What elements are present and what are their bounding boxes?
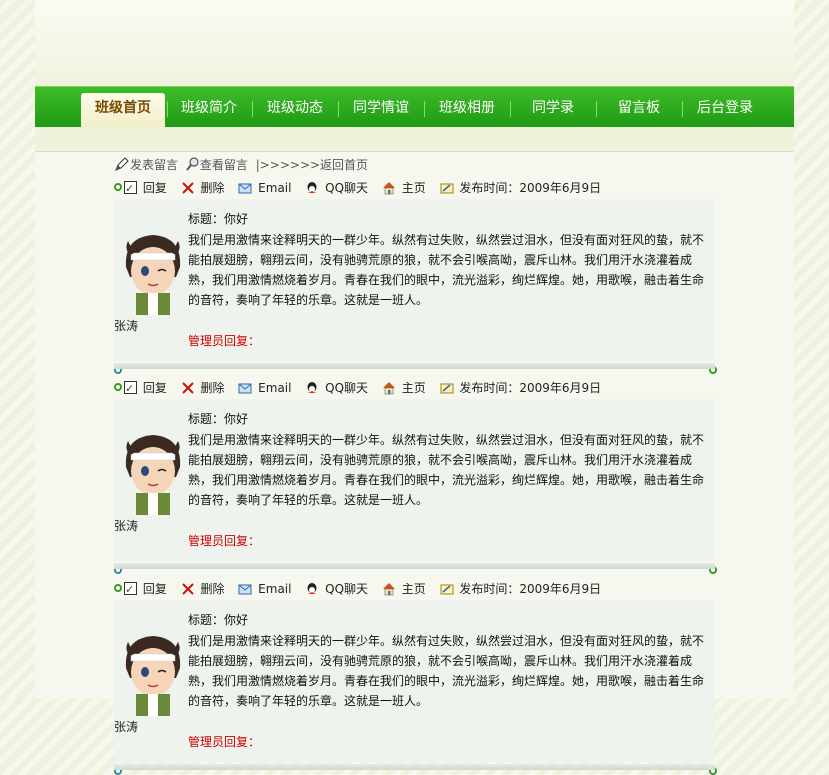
homepage-link[interactable]: 主页 — [402, 582, 426, 596]
nav-item-home[interactable]: 班级首页 — [81, 93, 165, 127]
page-wrapper: 班级首页 班级简介 班级动态 同学情谊 班级相册 同学录 留言板 后台登录 发表… — [35, 0, 794, 775]
delete-x-icon — [181, 182, 194, 194]
guestbook-entry: 回复 删除 Email QQ聊天 主页 发布时间：2009年6月9日 — [114, 177, 717, 374]
qq-icon — [307, 583, 317, 594]
email-icon — [238, 183, 252, 194]
entry-body: 张涛 标题：你好 我们是用激情来诠释明天的一群少年。纵然有过失败，纵然尝过泪水，… — [114, 399, 715, 561]
home-icon — [382, 382, 395, 395]
reply-link[interactable]: 回复 — [143, 381, 167, 395]
nav-item-album[interactable]: 班级相册 — [424, 95, 510, 127]
delete-link[interactable]: 删除 — [201, 181, 225, 195]
user-avatar — [118, 227, 188, 315]
entry-title: 标题：你好 — [188, 412, 249, 426]
guestbook-toolbar: 发表留言 查看留言 |>>>>>>返回首页 — [114, 156, 372, 174]
sub-bar — [35, 127, 794, 152]
reply-link[interactable]: 回复 — [143, 582, 167, 596]
user-name: 张涛 — [114, 519, 139, 533]
delete-link[interactable]: 删除 — [201, 381, 225, 395]
post-date: 发布时间：2009年6月9日 — [459, 582, 602, 596]
nav-item-admin-login[interactable]: 后台登录 — [682, 95, 768, 127]
magnifier-icon — [186, 157, 199, 171]
view-message-link[interactable]: 查看留言 — [200, 158, 248, 172]
entry-divider — [114, 363, 715, 369]
home-icon — [382, 182, 395, 195]
nav-item-news[interactable]: 班级动态 — [252, 95, 338, 127]
qq-icon — [307, 182, 317, 193]
date-icon — [440, 383, 454, 394]
entry-header: 回复 删除 Email QQ聊天 主页 发布时间：2009年6月9日 — [114, 377, 715, 400]
nav-item-friendship[interactable]: 同学情谊 — [338, 95, 424, 127]
user-avatar — [118, 427, 188, 515]
entry-content: 我们是用激情来诠释明天的一群少年。纵然有过失败，纵然尝过泪水，但没有面对狂风的蛰… — [188, 634, 705, 708]
email-link[interactable]: Email — [258, 582, 291, 596]
user-name: 张涛 — [114, 720, 139, 734]
homepage-link[interactable]: 主页 — [402, 181, 426, 195]
entry-header: 回复 删除 Email QQ聊天 主页 发布时间：2009年6月9日 — [114, 177, 715, 200]
email-link[interactable]: Email — [258, 381, 291, 395]
date-icon — [440, 183, 454, 194]
reply-link[interactable]: 回复 — [143, 181, 167, 195]
checkbox-icon[interactable] — [124, 178, 137, 200]
pen-icon — [115, 157, 129, 171]
nav-item-guestbook[interactable]: 留言板 — [596, 95, 682, 127]
post-date: 发布时间：2009年6月9日 — [459, 381, 602, 395]
entry-title: 标题：你好 — [188, 613, 249, 627]
checkbox-icon[interactable] — [124, 579, 137, 601]
qq-chat-link[interactable]: QQ聊天 — [325, 181, 368, 195]
entry-content: 我们是用激情来诠释明天的一群少年。纵然有过失败，纵然尝过泪水，但没有面对狂风的蛰… — [188, 433, 705, 507]
nav-item-intro[interactable]: 班级简介 — [166, 95, 252, 127]
entry-divider — [114, 563, 715, 569]
home-icon — [382, 583, 395, 596]
entry-divider — [114, 764, 715, 770]
email-icon — [238, 584, 252, 595]
main-nav: 班级首页 班级简介 班级动态 同学情谊 班级相册 同学录 留言板 后台登录 — [35, 86, 794, 128]
back-home-link[interactable]: |>>>>>>返回首页 — [256, 158, 368, 172]
guestbook-entry: 回复 删除 Email QQ聊天 主页 发布时间：2009年6月9日 — [114, 377, 717, 574]
user-name: 张涛 — [114, 319, 139, 333]
admin-reply-label: 管理员回复： — [188, 534, 261, 548]
qq-icon — [307, 382, 317, 393]
qq-chat-link[interactable]: QQ聊天 — [325, 381, 368, 395]
entry-content: 我们是用激情来诠释明天的一群少年。纵然有过失败，纵然尝过泪水，但没有面对狂风的蛰… — [188, 233, 705, 307]
post-date: 发布时间：2009年6月9日 — [459, 181, 602, 195]
entry-body: 张涛 标题：你好 我们是用激情来诠释明天的一群少年。纵然有过失败，纵然尝过泪水，… — [114, 600, 715, 762]
homepage-link[interactable]: 主页 — [402, 381, 426, 395]
qq-chat-link[interactable]: QQ聊天 — [325, 582, 368, 596]
site-banner — [35, 0, 794, 87]
delete-x-icon — [181, 583, 194, 595]
admin-reply-label: 管理员回复： — [188, 334, 261, 348]
guestbook-entry: 回复 删除 Email QQ聊天 主页 发布时间：2009年6月9日 — [114, 578, 717, 775]
admin-reply-label: 管理员回复： — [188, 735, 261, 749]
entry-header: 回复 删除 Email QQ聊天 主页 发布时间：2009年6月9日 — [114, 578, 715, 601]
delete-link[interactable]: 删除 — [201, 582, 225, 596]
entry-body: 张涛 标题：你好 我们是用激情来诠释明天的一群少年。纵然有过失败，纵然尝过泪水，… — [114, 199, 715, 361]
email-link[interactable]: Email — [258, 181, 291, 195]
nav-item-classmates[interactable]: 同学录 — [510, 95, 596, 127]
date-icon — [440, 584, 454, 595]
email-icon — [238, 383, 252, 394]
checkbox-icon[interactable] — [124, 378, 137, 400]
post-message-link[interactable]: 发表留言 — [130, 158, 178, 172]
entry-title: 标题：你好 — [188, 212, 249, 226]
delete-x-icon — [181, 382, 194, 394]
user-avatar — [118, 628, 188, 716]
